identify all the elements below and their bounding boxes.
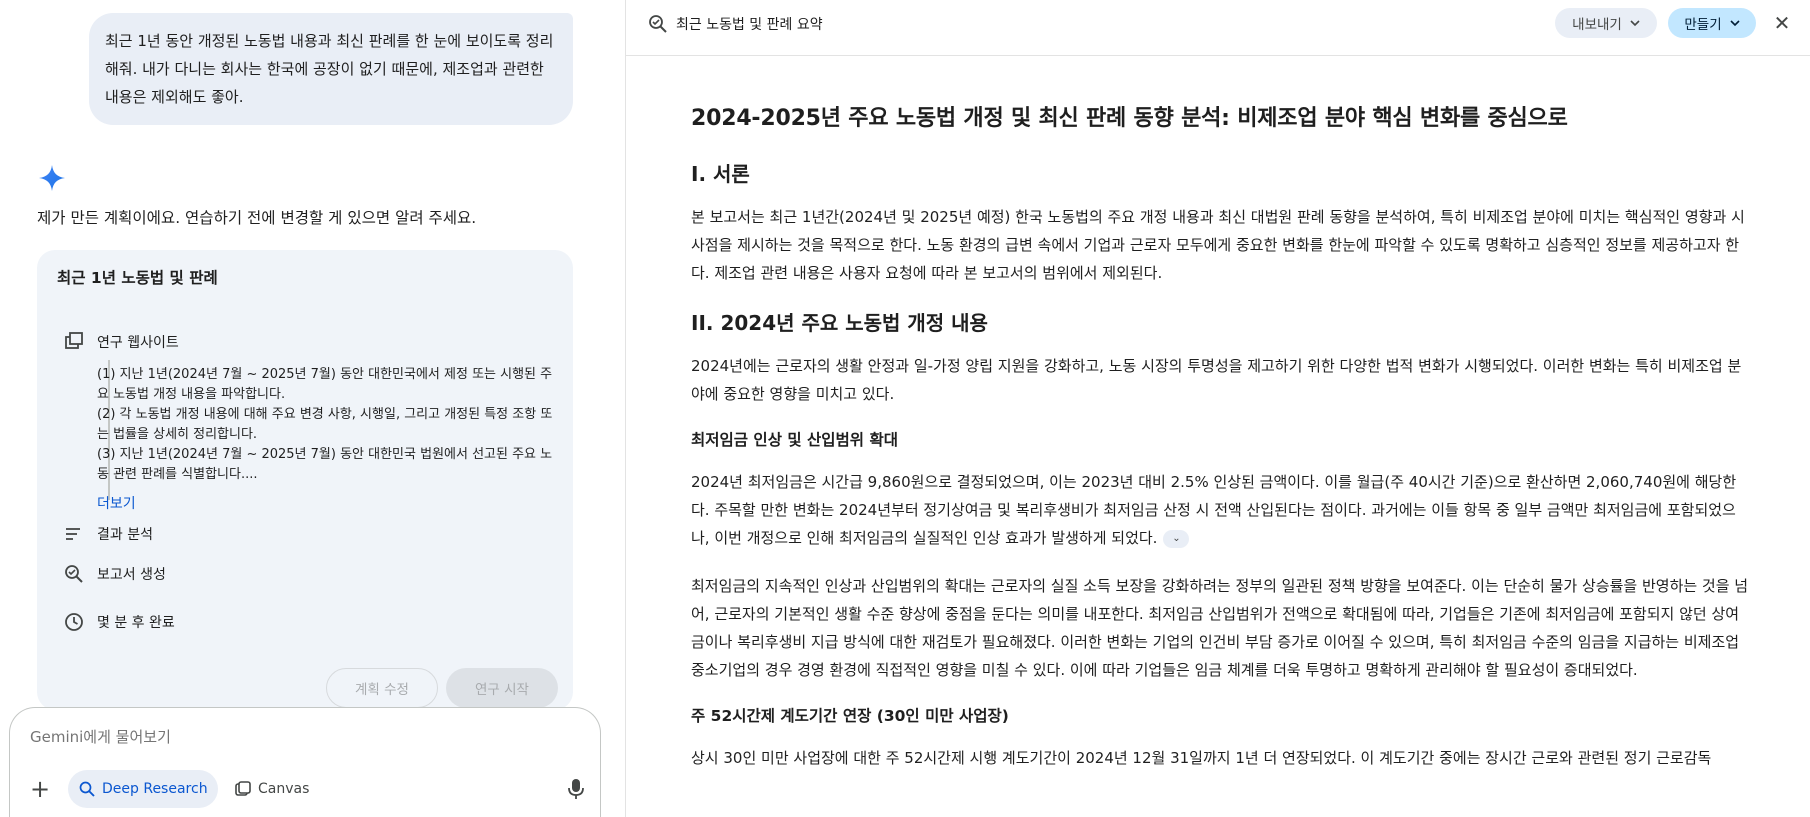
gemini-spark-icon — [39, 165, 65, 191]
make-label: 만들기 — [1684, 17, 1722, 33]
paragraph: 본 보고서는 최근 1년간(2024년 및 2025년 예정) 한국 노동법의 … — [691, 208, 1745, 282]
section-intro: I. 서론 본 보고서는 최근 1년간(2024년 및 2025년 예정) 한국… — [691, 158, 1751, 287]
show-more-link[interactable]: 더보기 — [97, 493, 136, 513]
document-body: 2024-2025년 주요 노동법 개정 및 최신 판례 동향 분석: 비제조업… — [691, 100, 1751, 792]
plan-details: (1) 지난 1년(2024년 7월 ~ 2025년 7월) 동안 대한민국에서… — [97, 365, 557, 485]
research-plan-card: 최근 1년 노동법 및 판례 연구 웹사이트 (1) 지난 1년(2024년 7… — [37, 250, 573, 710]
section-amendments: II. 2024년 주요 노동법 개정 내용 2024년에는 근로자의 생활 안… — [691, 307, 1751, 772]
document-title: 2024-2025년 주요 노동법 개정 및 최신 판례 동향 분석: 비제조업… — [691, 106, 1568, 131]
export-label: 내보내기 — [1572, 17, 1622, 33]
clock-icon — [65, 613, 83, 631]
canvas-chip[interactable]: Canvas — [224, 770, 319, 808]
canvas-label: Canvas — [258, 781, 310, 797]
start-research-button[interactable]: 연구 시작 — [446, 668, 558, 708]
canvas-icon — [235, 781, 251, 796]
step-label-report: 보고서 생성 — [97, 567, 166, 583]
document-header-title: 최근 노동법 및 판례 요약 — [676, 17, 823, 33]
app-window: 최근 1년 동안 개정된 노동법 내용과 최신 판례를 한 눈에 보이도록 정리… — [0, 0, 1810, 817]
section-heading: II. 2024년 주요 노동법 개정 내용 — [691, 311, 988, 335]
assistant-intro: 제가 만든 계획이에요. 연습하기 전에 변경할 게 있으면 알려 주세요. — [37, 209, 477, 227]
paragraph: 2024년 최저임금은 시간급 9,860원으로 결정되었으며, 이는 2023… — [691, 468, 1751, 552]
close-icon[interactable]: ✕ — [1768, 9, 1796, 37]
section-heading: I. 서론 — [691, 162, 750, 186]
export-button[interactable]: 내보내기 — [1555, 8, 1657, 38]
user-message: 최근 1년 동안 개정된 노동법 내용과 최신 판례를 한 눈에 보이도록 정리… — [89, 13, 573, 125]
step-label-eta: 몇 분 후 완료 — [97, 615, 175, 631]
step-label-analyze: 결과 분석 — [97, 527, 153, 543]
microphone-icon[interactable] — [566, 777, 586, 801]
deep-research-chip[interactable]: Deep Research — [68, 770, 218, 808]
browse-icon — [65, 332, 83, 349]
plan-detail-1: (1) 지난 1년(2024년 7월 ~ 2025년 7월) 동안 대한민국에서… — [97, 367, 553, 402]
document-pane: 최근 노동법 및 판례 요약 내보내기 만들기 ✕ 2024-2025년 주요 … — [625, 0, 1810, 817]
document-header: 최근 노동법 및 판례 요약 내보내기 만들기 ✕ — [626, 0, 1810, 56]
step-label-research: 연구 웹사이트 — [97, 335, 179, 351]
deep-research-icon — [79, 781, 95, 797]
subsection-heading: 최저임금 인상 및 산입범위 확대 — [691, 431, 898, 449]
paragraph-text: 2024년 최저임금은 시간급 9,860원으로 결정되었으며, 이는 2023… — [691, 473, 1737, 547]
subsection-heading: 주 52시간제 계도기간 연장 (30인 미만 사업장) — [691, 707, 1009, 725]
plan-title: 최근 1년 노동법 및 판례 — [57, 269, 218, 287]
prompt-input[interactable] — [30, 728, 530, 746]
report-icon — [65, 565, 83, 583]
paragraph: 최저임금의 지속적인 인상과 산입범위의 확대는 근로자의 실질 소득 보장을 … — [691, 577, 1749, 679]
prompt-composer: + Deep Research Canvas — [9, 707, 601, 817]
citation-chip[interactable]: ⌄ — [1163, 529, 1190, 548]
edit-plan-button[interactable]: 계획 수정 — [326, 668, 438, 708]
paragraph: 상시 30인 미만 사업장에 대한 주 52시간제 시행 계도기간이 2024년… — [691, 749, 1712, 767]
deep-research-label: Deep Research — [102, 781, 208, 797]
report-icon — [649, 15, 667, 33]
plan-detail-2: (2) 각 노동법 개정 내용에 대해 주요 변경 사항, 시행일, 그리고 개… — [97, 407, 553, 442]
analyze-icon — [66, 528, 80, 540]
chevron-down-icon — [1630, 20, 1640, 27]
add-icon[interactable]: + — [28, 777, 52, 802]
make-button[interactable]: 만들기 — [1668, 8, 1756, 38]
chat-pane: 최근 1년 동안 개정된 노동법 내용과 최신 판례를 한 눈에 보이도록 정리… — [0, 0, 625, 817]
chevron-down-icon — [1730, 20, 1740, 27]
paragraph: 2024년에는 근로자의 생활 안정과 일-가정 양립 지원을 강화하고, 노동… — [691, 357, 1742, 403]
plan-detail-3: (3) 지난 1년(2024년 7월 ~ 2025년 7월) 동안 대한민국 법… — [97, 447, 553, 482]
